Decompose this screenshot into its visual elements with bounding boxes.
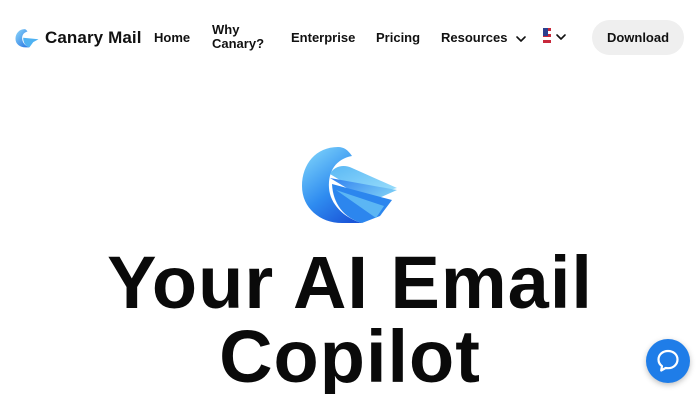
nav-home[interactable]: Home — [154, 30, 190, 45]
language-selector[interactable] — [543, 28, 567, 46]
nav-resources[interactable]: Resources — [441, 30, 527, 45]
hero-headline: Your AI Email Copilot — [107, 241, 593, 394]
canary-logo-icon — [15, 29, 39, 48]
site-header: Canary Mail Home Why Canary? Enterprise … — [0, 0, 700, 76]
chat-support-button[interactable] — [646, 339, 690, 383]
chevron-down-icon — [516, 35, 526, 42]
nav-resources-label: Resources — [441, 30, 508, 45]
nav-enterprise[interactable]: Enterprise — [291, 30, 355, 45]
canary-bird-logo-icon — [302, 147, 397, 223]
chat-bubble-icon — [657, 349, 679, 372]
nav-pricing[interactable]: Pricing — [376, 30, 420, 45]
page: Canary Mail Home Why Canary? Enterprise … — [0, 0, 700, 394]
us-flag-icon — [543, 28, 551, 46]
download-button[interactable]: Download — [592, 20, 684, 55]
brand-logo-link[interactable]: Canary Mail — [15, 26, 142, 50]
nav-why-canary[interactable]: Why Canary? — [212, 23, 272, 51]
brand-name: Canary Mail — [45, 28, 142, 47]
chevron-down-icon — [556, 34, 566, 40]
